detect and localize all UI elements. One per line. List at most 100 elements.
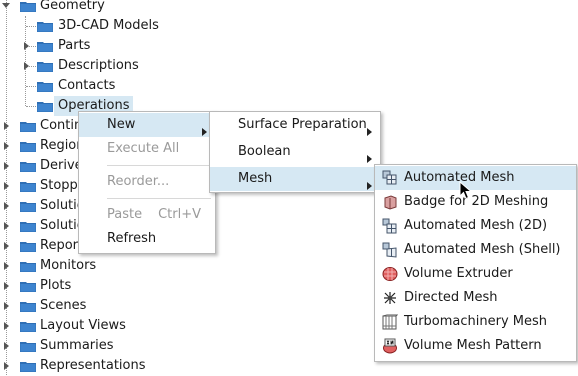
menu-item-new[interactable]: New <box>79 113 215 137</box>
expand-arrow-icon[interactable] <box>2 262 10 270</box>
folder-icon <box>20 361 36 372</box>
folder-icon <box>20 1 36 12</box>
menu-item-automated-mesh[interactable]: Automated Mesh <box>375 166 576 190</box>
tree-item-parts[interactable]: Parts <box>0 36 300 56</box>
turbomachinery-mesh-icon <box>382 314 399 330</box>
automated-mesh-icon <box>382 170 398 186</box>
folder-icon <box>20 321 36 332</box>
menu-item-surface-preparation[interactable]: Surface Preparation <box>210 113 380 137</box>
collapse-arrow-icon[interactable] <box>2 2 10 10</box>
expand-arrow-icon[interactable] <box>22 42 30 50</box>
expand-arrow-icon[interactable] <box>22 62 30 70</box>
tree-item-scenes[interactable]: Scenes <box>0 296 300 316</box>
expand-arrow-icon[interactable] <box>2 242 10 250</box>
menu-item-refresh[interactable]: Refresh <box>79 227 215 251</box>
badge-2d-icon <box>382 194 398 210</box>
expand-arrow-icon[interactable] <box>2 362 10 370</box>
submenu-arrow-icon <box>367 121 372 136</box>
volume-mesh-pattern-icon <box>382 338 398 354</box>
folder-icon <box>20 241 36 252</box>
menu-item-label: Surface Preparation <box>238 117 367 132</box>
tree-item-label: Plots <box>40 278 72 293</box>
tree-item-label: Derive <box>40 158 83 173</box>
menu-item-label: Reorder... <box>107 174 170 189</box>
submenu-arrow-icon <box>367 148 372 163</box>
folder-icon <box>20 161 36 172</box>
tree-item-contacts[interactable]: Contacts <box>0 76 300 96</box>
menu-item-automated-mesh-2d[interactable]: Automated Mesh (2D) <box>375 214 576 238</box>
new-submenu: Surface Preparation Boolean Mesh <box>209 111 381 193</box>
expand-arrow-icon[interactable] <box>2 302 10 310</box>
expand-arrow-icon[interactable] <box>2 342 10 350</box>
tree-item-descriptions[interactable]: Descriptions <box>0 56 300 76</box>
submenu-arrow-icon <box>367 175 372 190</box>
folder-icon <box>20 201 36 212</box>
menu-item-mesh[interactable]: Mesh <box>210 167 380 191</box>
menu-item-label: New <box>107 117 136 132</box>
expand-arrow-icon[interactable] <box>2 202 10 210</box>
menu-item-badge-for-2d-meshing[interactable]: Badge for 2D Meshing <box>375 190 576 214</box>
folder-icon <box>37 41 53 52</box>
tree-item-3d-cad-models[interactable]: 3D-CAD Models <box>0 16 300 36</box>
menu-item-paste[interactable]: Paste Ctrl+V <box>79 203 215 227</box>
tree-item-label: Descriptions <box>58 58 139 73</box>
menu-item-label: Volume Mesh Pattern <box>404 338 542 353</box>
menu-item-directed-mesh[interactable]: Directed Mesh <box>375 286 576 310</box>
folder-icon <box>37 61 53 72</box>
folder-icon <box>37 101 53 112</box>
menu-item-label: Refresh <box>107 231 157 246</box>
shortcut-label: Ctrl+V <box>158 207 201 222</box>
folder-icon <box>20 301 36 312</box>
tree-item-label: Repor <box>40 238 78 253</box>
menu-item-turbomachinery-mesh[interactable]: Turbomachinery Mesh <box>375 310 576 334</box>
folder-icon <box>20 141 36 152</box>
menu-item-reorder[interactable]: Reorder... <box>79 170 215 194</box>
expand-arrow-icon[interactable] <box>2 322 10 330</box>
tree-item-representations[interactable]: Representations <box>0 356 300 376</box>
menu-item-label: Badge for 2D Meshing <box>404 194 549 209</box>
submenu-arrow-icon <box>202 121 207 136</box>
directed-mesh-icon <box>382 290 398 306</box>
tree-item-label: Representations <box>40 358 146 373</box>
tree-item-label: Parts <box>58 38 91 53</box>
tree-item-label: Scenes <box>40 298 87 313</box>
menu-item-label: Volume Extruder <box>404 266 513 281</box>
folder-icon <box>20 181 36 192</box>
tree-item-label: Monitors <box>40 258 97 273</box>
menu-item-automated-mesh-shell[interactable]: Automated Mesh (Shell) <box>375 238 576 262</box>
menu-item-label: Automated Mesh (2D) <box>404 218 548 233</box>
tree-item-monitors[interactable]: Monitors <box>0 256 300 276</box>
folder-icon <box>20 261 36 272</box>
expand-arrow-icon[interactable] <box>2 282 10 290</box>
menu-item-label: Directed Mesh <box>404 290 498 305</box>
tree-item-label: Contin <box>40 118 83 133</box>
tree-item-summaries[interactable]: Summaries <box>0 336 300 356</box>
expand-arrow-icon[interactable] <box>2 182 10 190</box>
menu-separator <box>107 198 211 199</box>
tree-item-label: Layout Views <box>40 318 126 333</box>
expand-arrow-icon[interactable] <box>2 122 10 130</box>
mouse-cursor-icon <box>459 180 473 201</box>
tree-item-geometry[interactable]: Geometry <box>0 0 300 16</box>
menu-item-volume-extruder[interactable]: Volume Extruder <box>375 262 576 286</box>
folder-icon <box>20 121 36 132</box>
menu-item-label: Automated Mesh (Shell) <box>404 242 561 257</box>
volume-extruder-icon <box>382 266 398 282</box>
expand-arrow-icon[interactable] <box>2 142 10 150</box>
menu-item-execute-all[interactable]: Execute All <box>79 137 215 161</box>
automated-mesh-2d-icon <box>382 218 398 234</box>
menu-separator <box>107 165 211 166</box>
tree-item-label: Stopp <box>40 178 78 193</box>
tree-item-plots[interactable]: Plots <box>0 276 300 296</box>
folder-icon <box>37 81 53 92</box>
folder-icon <box>20 221 36 232</box>
menu-item-boolean[interactable]: Boolean <box>210 140 380 164</box>
mesh-submenu: Automated Mesh Badge for 2D Meshing Auto… <box>374 164 577 362</box>
tree-item-layout-views[interactable]: Layout Views <box>0 316 300 336</box>
menu-item-volume-mesh-pattern[interactable]: Volume Mesh Pattern <box>375 334 576 358</box>
expand-arrow-icon[interactable] <box>2 162 10 170</box>
folder-icon <box>20 341 36 352</box>
tree-item-label: Geometry <box>40 0 105 13</box>
expand-arrow-icon[interactable] <box>2 222 10 230</box>
tree-item-label: Summaries <box>40 338 114 353</box>
